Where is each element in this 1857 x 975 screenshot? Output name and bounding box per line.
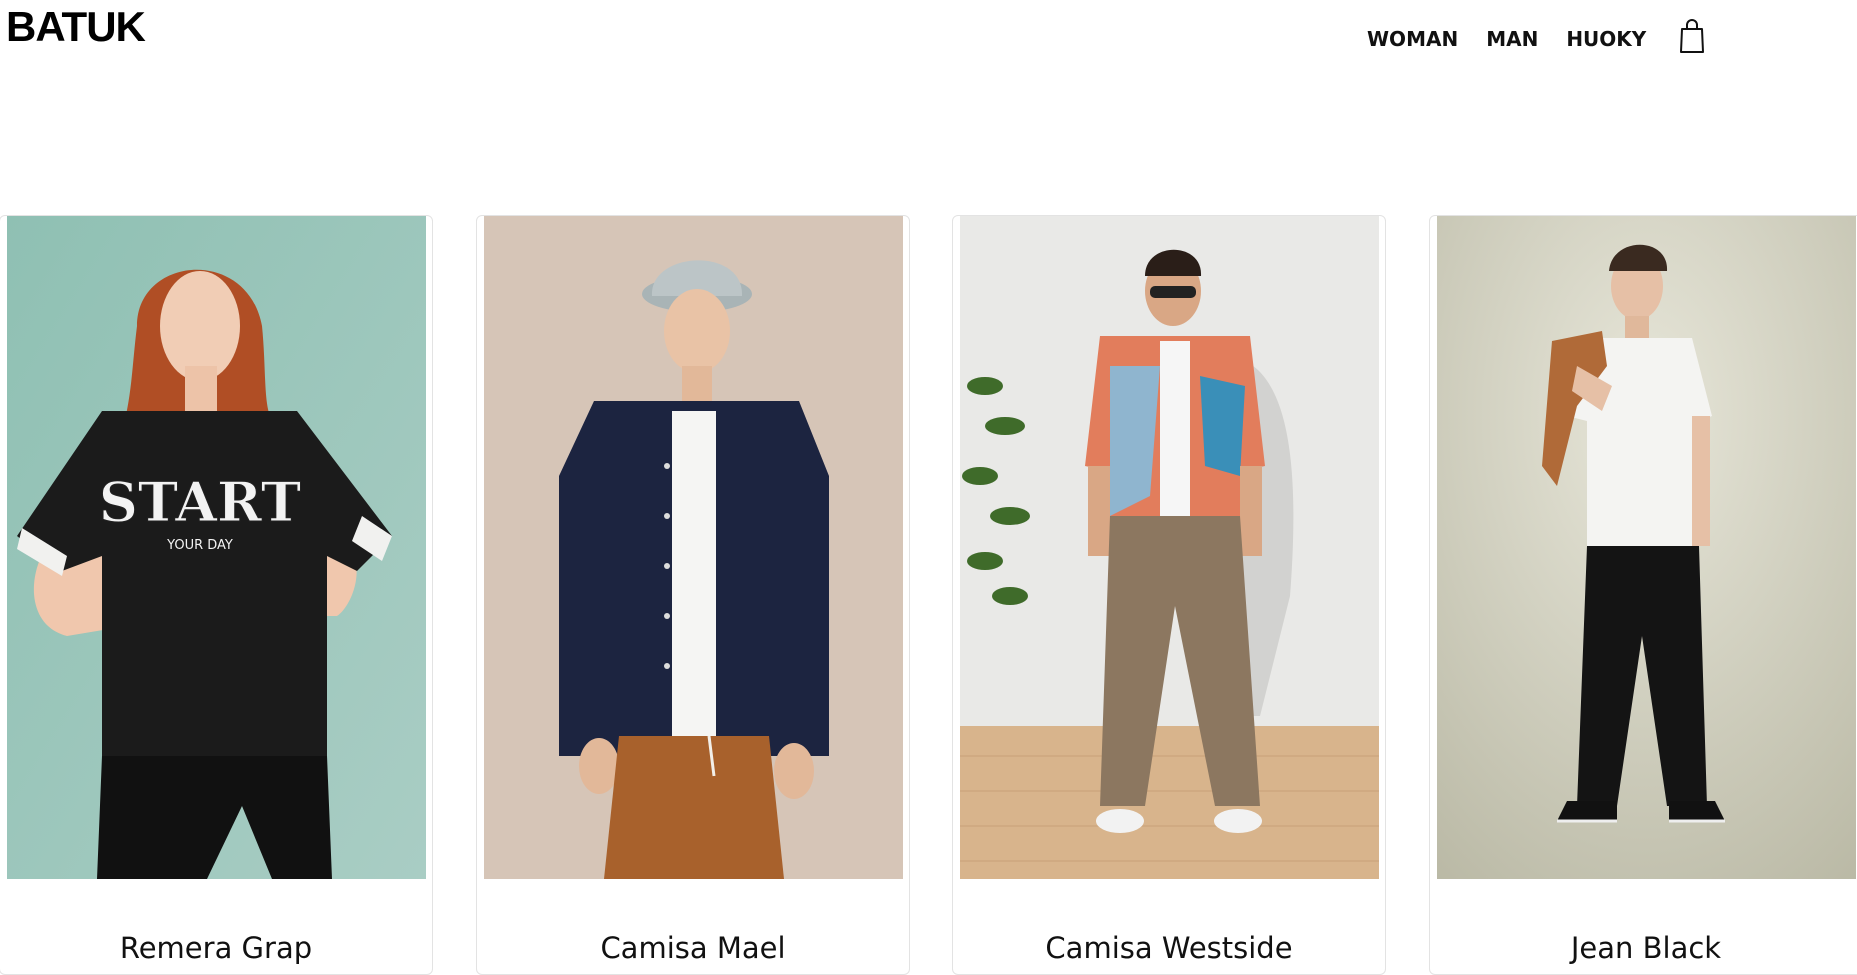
shirt-print-subtext: YOUR DAY: [166, 538, 233, 553]
product-photo-camisa-mael[interactable]: [484, 216, 903, 879]
brand-logo[interactable]: BATUK: [6, 6, 146, 48]
product-title[interactable]: Jean Black: [1430, 931, 1857, 965]
product-photo-remera-grap[interactable]: START YOUR DAY: [7, 216, 426, 879]
product-card[interactable]: Camisa Mael: [476, 215, 910, 975]
nav-man-link[interactable]: MAN: [1486, 25, 1538, 53]
nav-huoky-link[interactable]: HUOKY: [1566, 25, 1646, 53]
product-photo-jean-black[interactable]: [1437, 216, 1856, 879]
product-title[interactable]: Remera Grap: [0, 931, 432, 965]
shirt-print-text: START: [99, 470, 301, 534]
product-title[interactable]: Camisa Westside: [953, 931, 1385, 965]
shopping-bag-icon[interactable]: [1678, 18, 1706, 54]
product-card[interactable]: Jean Black: [1429, 215, 1857, 975]
product-card[interactable]: START YOUR DAY Remera Grap: [0, 215, 433, 975]
nav-woman-link[interactable]: WOMAN: [1367, 25, 1458, 53]
product-title[interactable]: Camisa Mael: [477, 931, 909, 965]
site-header: BATUK WOMAN MAN HUOKY: [0, 0, 1857, 80]
product-card[interactable]: Camisa Westside: [952, 215, 1386, 975]
product-photo-camisa-westside[interactable]: [960, 216, 1379, 879]
main-nav: WOMAN MAN HUOKY: [1367, 19, 1706, 54]
product-grid: START YOUR DAY Remera Grap Camisa Mael C…: [0, 215, 1857, 975]
